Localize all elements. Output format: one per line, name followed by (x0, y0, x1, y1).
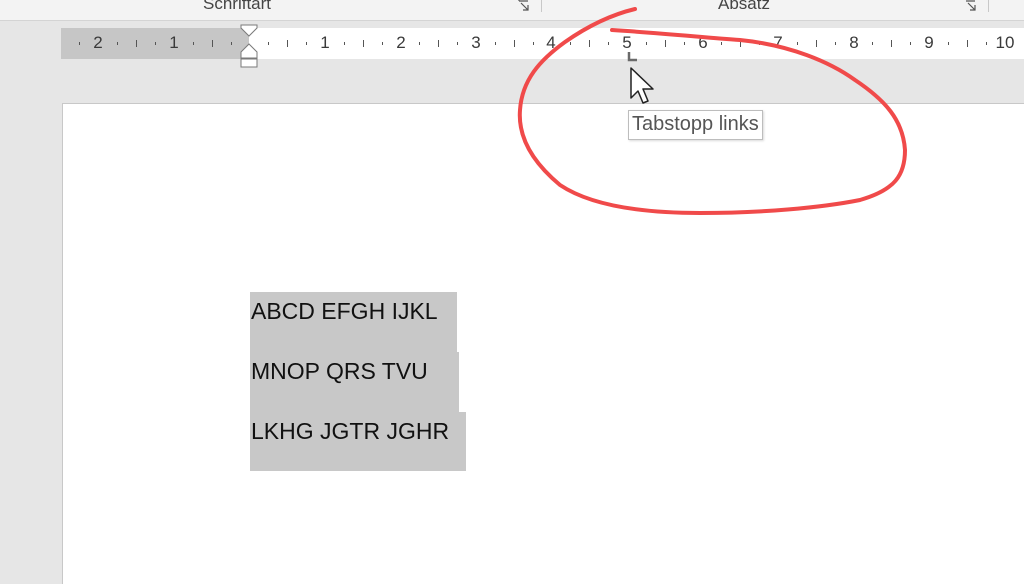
group-label-paragraph: Absatz (718, 0, 770, 13)
indent-marker-icon[interactable] (240, 24, 258, 70)
tab-stop-tooltip: Tabstopp links (628, 110, 763, 140)
horizontal-ruler[interactable]: 2 1 1 2 3 4 5 6 7 8 9 10 (0, 21, 1024, 73)
ruler-ticks (79, 40, 987, 47)
group-label-font: Schriftart (203, 0, 272, 13)
selected-text-line[interactable]: MNOP QRS TVU (250, 352, 459, 412)
selected-text-line[interactable]: LKHG JGTR JGHR (250, 412, 466, 471)
ribbon-group-labels: Schriftart Absatz (0, 0, 1024, 21)
group-separator (988, 0, 989, 12)
paragraph-dialog-launcher-icon[interactable] (965, 0, 979, 12)
group-separator (541, 0, 542, 12)
selected-text-line[interactable]: ABCD EFGH IJKL (250, 292, 457, 352)
font-dialog-launcher-icon[interactable] (518, 0, 532, 12)
document-page[interactable] (62, 103, 1024, 584)
mouse-pointer-icon (630, 67, 654, 104)
left-tab-stop-icon[interactable] (627, 52, 639, 64)
